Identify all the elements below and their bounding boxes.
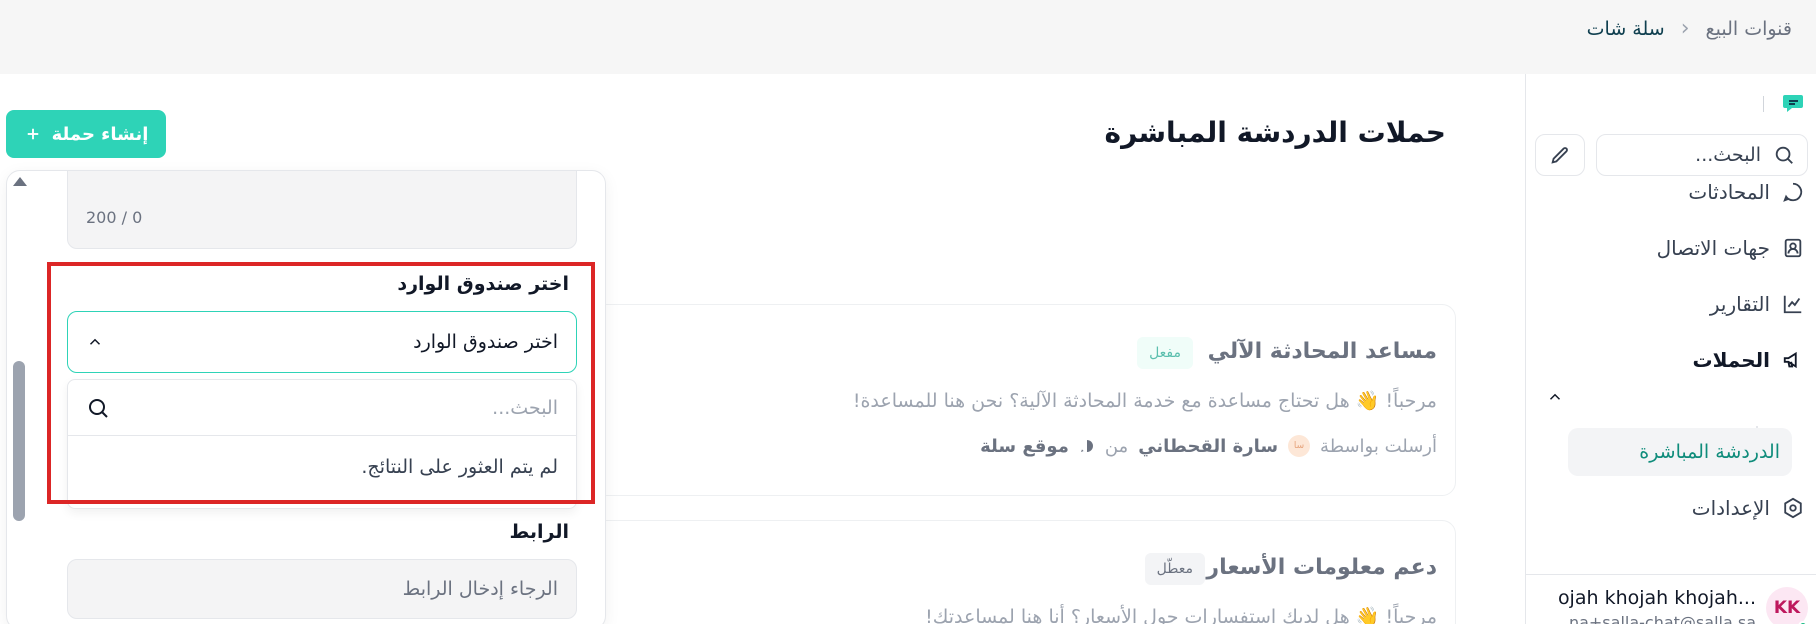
- campaign-message: مرحباً! 👋 هل لديك استفسارات حول الأسعار؟…: [925, 606, 1437, 624]
- dropdown-empty-message: لم يتم العثور على النتائج.: [361, 456, 558, 478]
- chart-line-icon: [1783, 295, 1802, 314]
- sidebar-search-input[interactable]: البحث...: [1596, 134, 1808, 176]
- sidebar-item-label: المحادثات: [1688, 180, 1770, 204]
- pencil-icon: [1551, 147, 1568, 164]
- sender-avatar: سا: [1288, 435, 1311, 457]
- inbox-select[interactable]: اختر صندوق الوارد: [67, 311, 577, 373]
- sidebar-item-label: التقارير: [1709, 292, 1770, 316]
- chat-bubble-icon: [1783, 182, 1803, 202]
- inbox-select-value: اختر صندوق الوارد: [413, 331, 558, 353]
- chat-dot-icon: [1080, 440, 1093, 453]
- char-counter: 200 / 0: [86, 208, 143, 227]
- avatar: KK: [1766, 587, 1808, 624]
- link-input[interactable]: الرجاء إدخال الرابط: [67, 559, 577, 619]
- sidebar-item-label: الحملات: [1692, 348, 1770, 372]
- sidebar-item-reports[interactable]: التقارير: [1710, 292, 1804, 316]
- create-campaign-label: إنشاء حملة: [51, 123, 149, 145]
- compose-button[interactable]: [1535, 134, 1585, 176]
- chevron-left-icon: ‹: [1680, 16, 1690, 41]
- create-campaign-button[interactable]: إنشاء حملة: [6, 110, 166, 158]
- user-name: ojah khojah khojah...: [1557, 587, 1756, 609]
- sidebar: البحث... المحادثات جهات الاتصال التقارير…: [1525, 74, 1816, 624]
- campaign-title: مساعد المحادثة الآلي: [1207, 339, 1437, 364]
- from-label: من: [1104, 435, 1129, 457]
- sender-name: سارة القحطاني: [1138, 435, 1279, 457]
- sidebar-item-campaigns[interactable]: الحملات: [1693, 348, 1804, 372]
- sidebar-item-label: جهات الاتصال: [1656, 236, 1770, 260]
- search-icon: [89, 398, 108, 418]
- sidebar-item-settings[interactable]: الإعدادات: [1692, 496, 1804, 520]
- breadcrumb-root[interactable]: قنوات البيع: [1706, 18, 1792, 40]
- contact-card-icon: [1784, 238, 1802, 258]
- message-textarea[interactable]: 200 / 0: [67, 171, 577, 249]
- link-label: الرابط: [509, 521, 569, 543]
- plus-icon: [27, 128, 38, 140]
- campaign-card[interactable]: دعم معلومات الأسعار معطّل مرحباً! 👋 هل ل…: [590, 520, 1456, 624]
- campaign-title: دعم معلومات الأسعار: [1206, 555, 1437, 580]
- campaign-message: مرحباً! 👋 هل تحتاج مساعدة مع خدمة المحاد…: [852, 390, 1437, 412]
- sidebar-subitem-label: الدردشة المباشرة: [1639, 441, 1780, 463]
- campaign-form-panel: 200 / 0 اختر صندوق الوارد اختر صندوق الو…: [6, 170, 606, 624]
- chevron-up-icon: [89, 338, 101, 345]
- link-placeholder: الرجاء إدخال الرابط: [402, 578, 558, 600]
- search-placeholder: البحث...: [1695, 144, 1761, 166]
- scrollbar-thumb[interactable]: [13, 361, 25, 521]
- sidebar-item-conversations[interactable]: المحادثات: [1688, 180, 1804, 204]
- page-title: حملات الدردشة المباشرة: [1104, 116, 1446, 149]
- sidebar-item-contacts[interactable]: جهات الاتصال: [1657, 236, 1804, 260]
- status-badge: مفعل: [1137, 337, 1193, 369]
- inbox-label: اختر صندوق الوارد: [397, 273, 569, 295]
- inbox-dropdown: البحث... لم يتم العثور على النتائج.: [67, 379, 577, 509]
- sidebar-subitem-live-chat[interactable]: الدردشة المباشرة: [1568, 428, 1792, 476]
- megaphone-icon: [1783, 351, 1797, 369]
- gear-icon: [1784, 497, 1802, 519]
- breadcrumb-current: سلة شات: [1586, 17, 1665, 40]
- user-email: na+salla-chat@salla.sa: [1568, 613, 1756, 624]
- search-icon: [1775, 146, 1793, 164]
- sent-by-label: أرسلت بواسطة: [1320, 435, 1437, 457]
- chevron-up-icon[interactable]: [1546, 388, 1564, 406]
- campaign-card[interactable]: مساعد المحادثة الآلي مفعل مرحباً! 👋 هل ت…: [590, 304, 1456, 496]
- scroll-up-arrow[interactable]: [13, 177, 27, 186]
- source-name: موقع سلة: [980, 435, 1069, 457]
- dropdown-search-input[interactable]: البحث...: [68, 380, 576, 436]
- logo-chat-icon: [1783, 95, 1803, 112]
- user-profile[interactable]: KK ojah khojah khojah... na+salla-chat@s…: [1525, 574, 1816, 624]
- sidebar-item-label: الإعدادات: [1691, 496, 1770, 520]
- top-bar: قنوات البيع ‹ سلة شات: [0, 0, 1816, 74]
- campaign-meta: أرسلت بواسطة سا سارة القحطاني من موقع سل…: [980, 435, 1437, 457]
- dropdown-search-placeholder: البحث...: [492, 396, 558, 419]
- breadcrumb: قنوات البيع ‹ سلة شات: [1587, 16, 1792, 41]
- status-badge: معطّل: [1144, 553, 1205, 585]
- divider: [1763, 96, 1764, 112]
